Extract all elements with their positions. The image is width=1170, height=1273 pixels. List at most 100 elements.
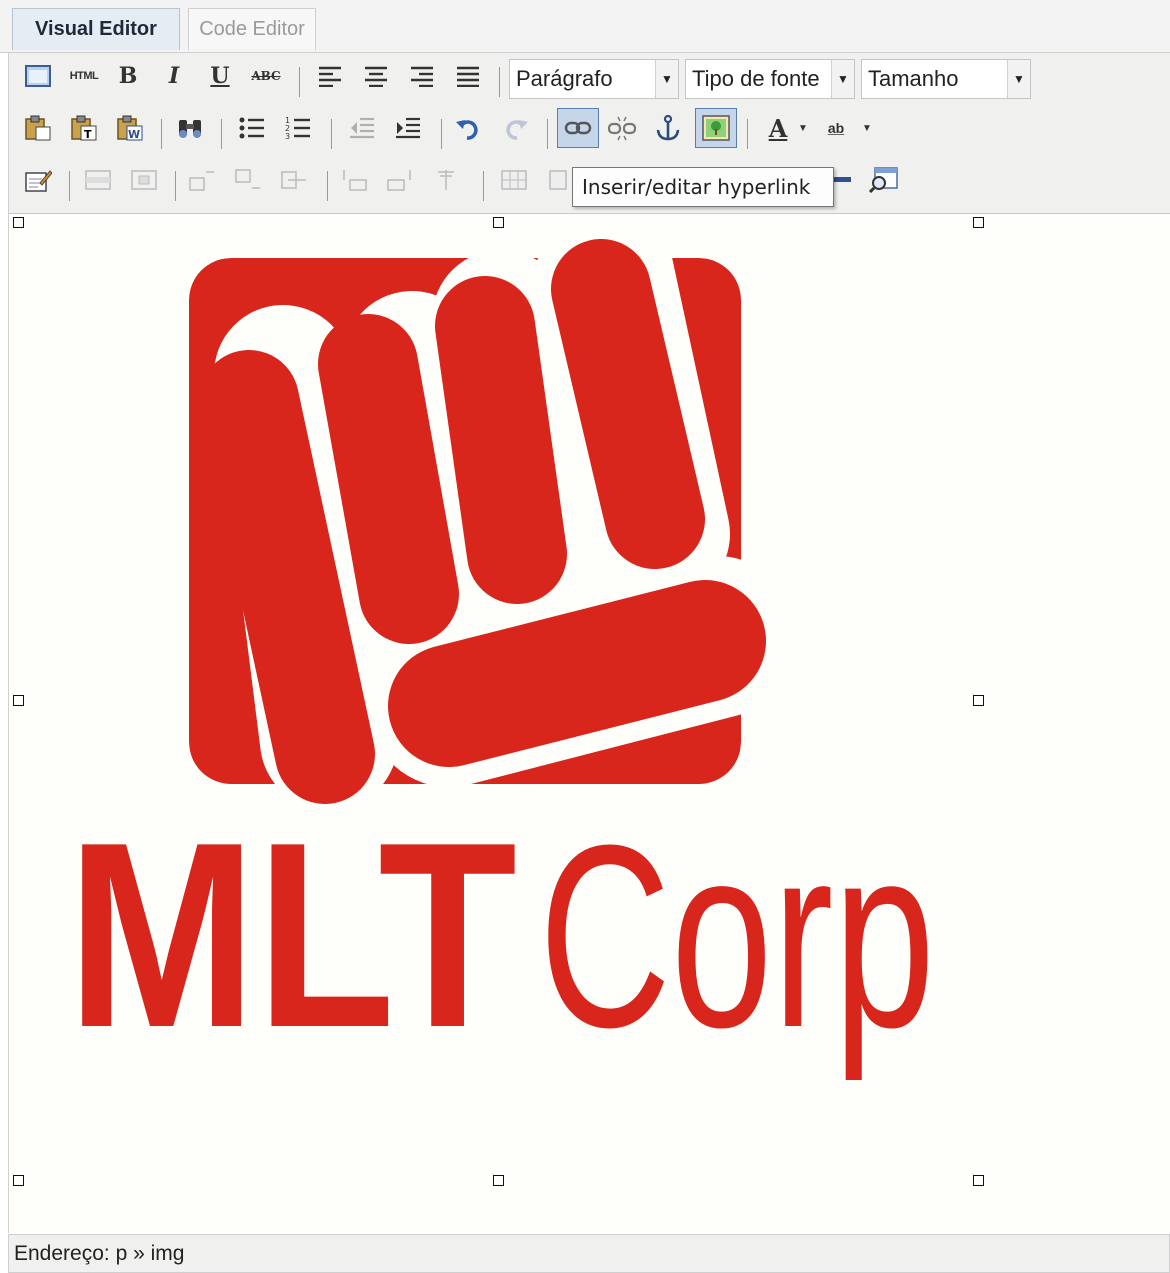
paste-word-button[interactable]: W [113,111,147,145]
font-family-select[interactable]: Tipo de fonte ▼ [685,59,855,99]
chevron-down-icon: ▼ [798,122,808,134]
insert-row-after-button[interactable] [231,163,265,197]
italic-button[interactable]: I [157,59,191,93]
find-replace-button[interactable] [173,111,207,145]
resize-handle-n[interactable] [493,217,504,228]
align-left-icon [319,66,341,87]
strikethrough-button[interactable]: ABC [249,59,283,93]
resize-handle-s[interactable] [493,1175,504,1186]
tab-code-editor[interactable]: Code Editor [188,8,316,50]
image-icon [702,115,730,141]
bullet-list-button[interactable] [235,111,269,145]
align-right-button[interactable] [405,59,439,93]
numbered-list-icon: 123 [285,116,310,140]
html-button[interactable]: HTML [63,59,105,93]
highlight-color-button[interactable]: ab [819,111,853,145]
clipboard-text-icon: T [71,115,97,141]
redo-icon [506,120,528,140]
window-icon [25,65,51,87]
align-center-icon [365,66,387,87]
resize-handle-nw[interactable] [13,217,24,228]
separator [331,119,332,149]
edit-notepad-icon [25,170,52,192]
col-delete-icon [438,170,454,190]
align-center-button[interactable] [359,59,393,93]
insert-col-before-button[interactable] [337,163,371,197]
resize-handle-e[interactable] [973,695,984,706]
align-justify-icon [457,66,479,87]
preview-magnifier-icon [869,167,898,193]
edit-css-button[interactable] [21,163,55,197]
insert-col-after-button[interactable] [383,163,417,197]
chevron-down-icon: ▼ [862,122,872,134]
svg-text:3: 3 [285,132,290,140]
binoculars-icon [179,120,201,138]
separator [299,67,300,97]
redo-button[interactable] [499,111,533,145]
highlight-color-dropdown[interactable]: ▼ [859,111,875,145]
mlt-corp-logo-image[interactable]: MLT Corp [9,214,1170,1233]
split-cells-button[interactable] [497,163,531,197]
separator [161,119,162,149]
link-icon [564,121,592,135]
row-insert-after-icon [235,169,260,189]
outdent-button[interactable] [345,111,379,145]
indent-button[interactable] [391,111,425,145]
chevron-down-icon: ▼ [655,60,678,98]
svg-text:W: W [128,128,140,141]
col-insert-after-icon [387,170,411,191]
chevron-down-icon: ▼ [1007,60,1030,98]
logo-word-mlt: MLT [67,787,517,1082]
resize-handle-w[interactable] [13,695,24,706]
text-color-dropdown[interactable]: ▼ [795,111,811,145]
table-cell-icon [131,170,157,190]
separator [69,171,70,201]
paste-button[interactable] [21,111,55,145]
toolbar-row-1: HTML B I U ABC Parágrafo ▼ Tipo de fonte… [9,59,1170,105]
resize-handle-sw[interactable] [13,1175,24,1186]
toolbar-row-2: T W 123 A ▼ ab ▼ [9,108,1170,157]
row-delete-icon [281,171,306,189]
font-family-value: Tipo de fonte [692,66,820,91]
font-size-select[interactable]: Tamanho ▼ [861,59,1031,99]
text-color-button[interactable]: A [761,111,795,145]
paste-text-button[interactable]: T [67,111,101,145]
bullet-list-icon [239,117,264,139]
separator [547,119,548,149]
paragraph-format-select[interactable]: Parágrafo ▼ [509,59,679,99]
numbered-list-button[interactable]: 123 [281,111,315,145]
merge-cells-button[interactable] [541,163,575,197]
separator [327,171,328,201]
col-insert-before-icon [343,170,367,191]
delete-col-button[interactable] [429,163,463,197]
fullscreen-button[interactable] [21,59,55,93]
editor-content-area[interactable]: MLT Corp [8,214,1170,1233]
separator [221,119,222,149]
align-justify-button[interactable] [451,59,485,93]
logo-word-corp: Corp [539,792,935,1083]
insert-row-before-button[interactable] [185,163,219,197]
insert-image-button[interactable] [695,108,737,148]
unlink-icon [608,116,636,141]
resize-handle-se[interactable] [973,1175,984,1186]
indent-icon [396,117,420,139]
insert-link-button[interactable] [557,108,599,148]
tab-visual-editor[interactable]: Visual Editor [12,8,180,50]
separator [499,67,500,97]
element-path[interactable]: Endereço: p » img [14,1242,184,1266]
table-cell-props-button[interactable] [127,163,161,197]
underline-button[interactable]: U [203,59,237,93]
delete-row-button[interactable] [277,163,311,197]
bold-button[interactable]: B [111,59,145,93]
chevron-down-icon: ▼ [831,60,854,98]
undo-button[interactable] [451,111,485,145]
separator [747,119,748,149]
align-left-button[interactable] [313,59,347,93]
table-row-props-button[interactable] [81,163,115,197]
paragraph-format-value: Parágrafo [516,66,613,91]
preview-button[interactable] [867,163,901,197]
anchor-button[interactable] [651,111,685,145]
font-size-value: Tamanho [868,66,959,91]
unlink-button[interactable] [605,111,639,145]
resize-handle-ne[interactable] [973,217,984,228]
